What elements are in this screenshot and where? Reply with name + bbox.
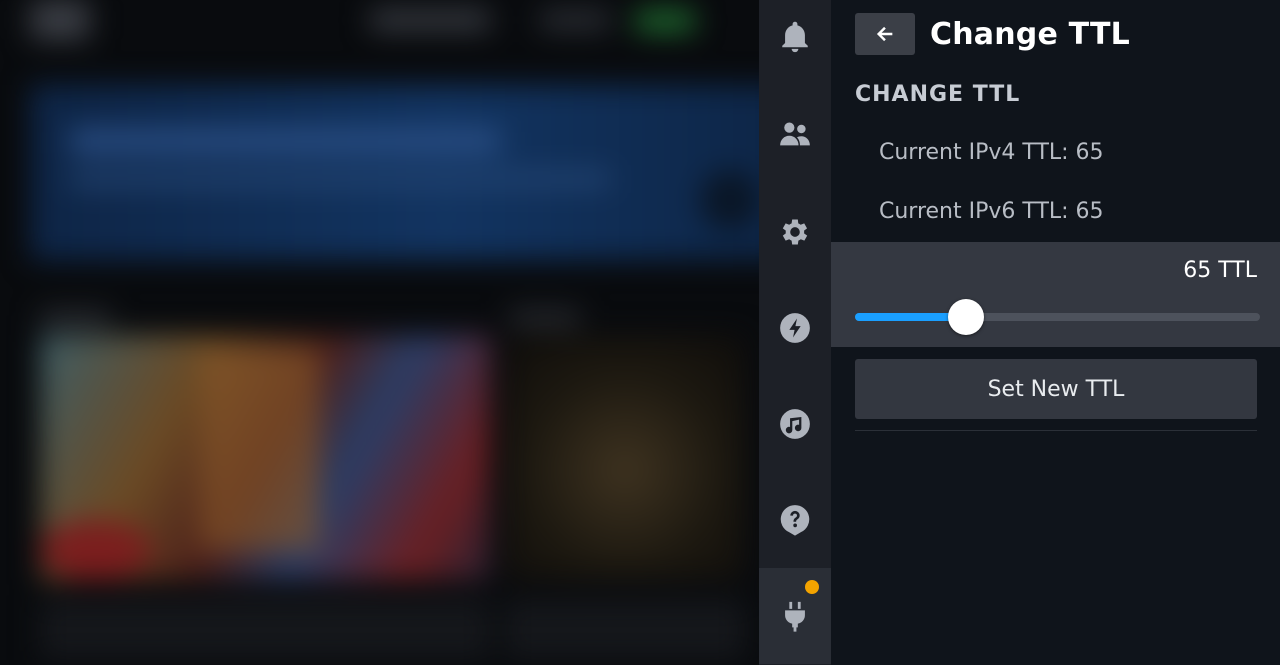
slider-thumb[interactable] (947, 299, 984, 335)
bg-section-label-shape (40, 310, 110, 326)
bg-logo-shape (30, 0, 90, 40)
bell-icon (782, 21, 808, 53)
divider (855, 430, 1257, 431)
bg-section-label-shape (510, 310, 580, 326)
rail-item-music[interactable] (759, 376, 831, 472)
panel-header: Change TTL (855, 13, 1130, 55)
bg-banner-text-shape (70, 130, 500, 152)
ttl-slider-row: 65 TTL (831, 242, 1280, 347)
rail-item-settings[interactable] (759, 184, 831, 280)
bg-nav-shape (540, 10, 610, 30)
rail-item-notifications[interactable] (759, 0, 831, 86)
quick-access-rail (759, 0, 831, 665)
rail-item-help[interactable] (759, 472, 831, 568)
notification-badge (805, 580, 819, 594)
bg-row-shape (40, 600, 490, 660)
ttl-slider[interactable] (855, 299, 1260, 335)
bg-banner-text-shape (70, 172, 610, 186)
bg-game-art (505, 335, 745, 580)
bg-banner-circle (700, 170, 760, 230)
arrow-left-icon (876, 26, 893, 42)
bg-nav-shape (635, 10, 695, 32)
back-button[interactable] (855, 13, 915, 55)
music-note-icon (780, 409, 810, 439)
friends-icon (780, 122, 810, 146)
gear-icon (782, 219, 808, 245)
change-ttl-panel: Change TTL CHANGE TTL Current IPv4 TTL: … (831, 0, 1280, 665)
slider-value-label: 65 TTL (1183, 258, 1257, 283)
background-library-blurred (0, 0, 760, 665)
plug-icon (785, 601, 805, 632)
page-title: Change TTL (930, 16, 1130, 52)
bg-row-shape (505, 600, 745, 660)
current-ipv6-ttl: Current IPv6 TTL: 65 (879, 199, 1104, 224)
bg-game-art-detail (40, 520, 150, 580)
lightning-icon (780, 313, 810, 343)
bg-game-art-detail (200, 350, 320, 550)
set-new-ttl-button[interactable]: Set New TTL (855, 359, 1257, 419)
rail-item-performance[interactable] (759, 280, 831, 376)
rail-item-plugins[interactable] (759, 568, 831, 664)
bg-nav-shape (370, 10, 490, 30)
current-ipv4-ttl: Current IPv4 TTL: 65 (879, 140, 1104, 165)
help-icon (780, 505, 810, 536)
section-heading: CHANGE TTL (855, 82, 1021, 107)
rail-item-friends[interactable] (759, 86, 831, 182)
